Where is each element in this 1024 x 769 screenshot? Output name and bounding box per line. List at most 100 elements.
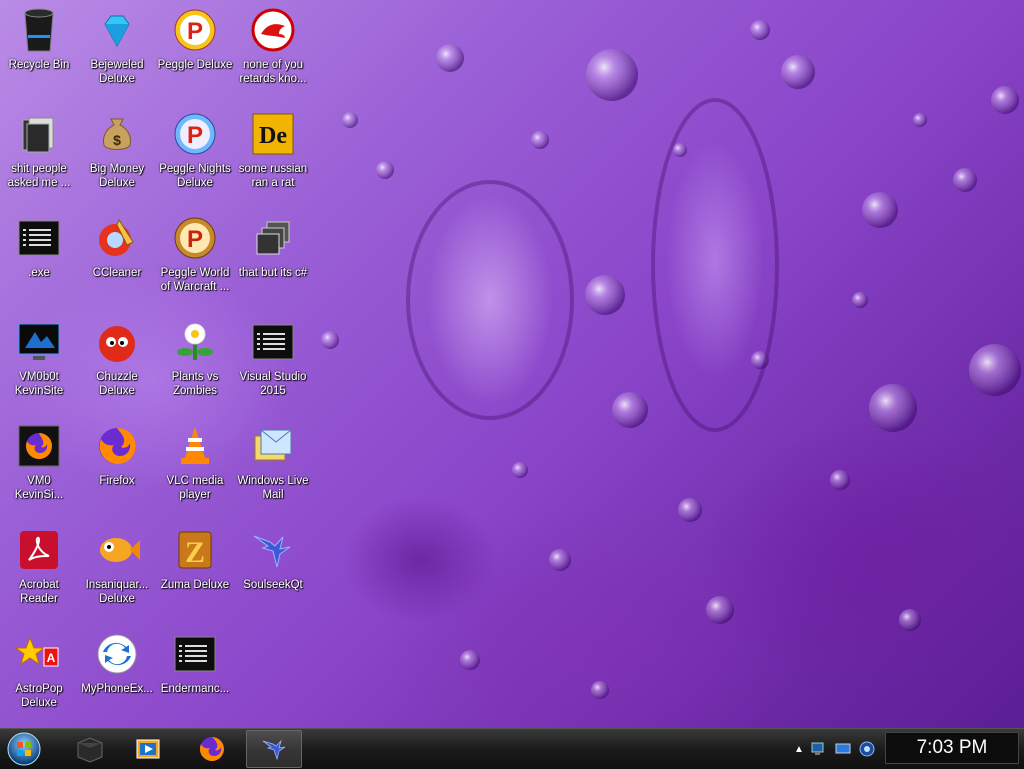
dragon-badge-icon [249, 6, 297, 54]
money-bag-icon: $ [93, 110, 141, 158]
firefox-icon [93, 422, 141, 470]
taskbar-app-2[interactable] [120, 730, 176, 768]
app-window-icon [249, 318, 297, 366]
bird-icon [262, 739, 286, 761]
desktop-icon-label: Bejeweled Deluxe [90, 59, 144, 85]
desktop-icon[interactable]: Bejeweled Deluxe [78, 0, 156, 100]
app-window-icon [15, 214, 63, 262]
start-button[interactable] [4, 731, 44, 767]
peggle-icon: P [171, 6, 219, 54]
desktop-icon-label: VLC media player [166, 475, 224, 501]
desktop-icon-label: Recycle Bin [8, 59, 70, 71]
desktop-icon[interactable]: MyPhoneEx... [78, 624, 156, 724]
desktop-icon[interactable]: Windows Live Mail [234, 416, 312, 516]
desktop-icon[interactable]: P Peggle Deluxe [156, 0, 234, 100]
plants-zombies-icon [171, 318, 219, 366]
desktop-icon-label: Peggle Nights Deluxe [159, 163, 231, 189]
ccleaner-icon [93, 214, 141, 262]
svg-text:De: De [259, 123, 287, 149]
monitor-app-icon [15, 318, 63, 366]
dark-box-icon [77, 737, 103, 763]
sync-arrows-icon [93, 630, 141, 678]
desktop-icon-label: some russian ran a rat [238, 163, 308, 189]
desktop-icon[interactable]: Insaniquar... Deluxe [78, 520, 156, 620]
desktop-icon-label: Zuma Deluxe [160, 579, 230, 591]
desktop-icon-label: CCleaner [92, 267, 142, 279]
taskbar: ▲ 7:03 PM [0, 728, 1024, 769]
desktop-icon-label: Windows Live Mail [237, 475, 309, 501]
desktop-icon-label: AstroPop Deluxe [15, 683, 63, 709]
desktop-icon[interactable]: P Peggle Nights Deluxe [156, 104, 234, 204]
desktop-icon-label: Firefox [99, 475, 135, 487]
desktop-icon[interactable]: VLC media player [156, 416, 234, 516]
desktop-icon-label: Big Money Deluxe [89, 163, 145, 189]
windows-orb-icon [7, 732, 41, 766]
desktop-icon-label: SoulseekQt [243, 579, 303, 591]
svg-text:$: $ [113, 132, 121, 148]
media-player-icon [136, 739, 160, 759]
chuzzle-icon [93, 318, 141, 366]
desktop-icon[interactable]: Endermanc... [156, 624, 234, 724]
desktop-icon-label: Chuzzle Deluxe [96, 371, 138, 397]
desktop-icon-label: Plants vs Zombies [171, 371, 219, 397]
desktop-icon-label: Endermanc... [160, 683, 230, 695]
taskbar-app-1[interactable] [62, 730, 118, 768]
desktop-icon[interactable]: Plants vs Zombies [156, 312, 234, 412]
desktop-icon[interactable]: Visual Studio 2015 [234, 312, 312, 412]
desktop-icon[interactable]: P Peggle World of Warcraft ... [156, 208, 234, 308]
de-icon: De [249, 110, 297, 158]
svg-text:P: P [187, 226, 203, 253]
zuma-icon: Z [171, 526, 219, 574]
acrobat-icon [15, 526, 63, 574]
desktop-icon-label: VM0b0t KevinSite [14, 371, 64, 397]
desktop-icon[interactable]: CCleaner [78, 208, 156, 308]
desktop-icon-label: Visual Studio 2015 [239, 371, 307, 397]
diamond-icon [93, 6, 141, 54]
desktop-icon[interactable]: Chuzzle Deluxe [78, 312, 156, 412]
astropop-icon: A [15, 630, 63, 678]
peggle-nights-icon: P [171, 110, 219, 158]
mail-icon [249, 422, 297, 470]
desktop-icon[interactable]: none of you retards kno... [234, 0, 312, 100]
desktop-icon-label: none of you retards kno... [239, 59, 307, 85]
svg-text:A: A [47, 651, 56, 665]
desktop-icon-label: that but its c# [238, 267, 308, 279]
desktop-icon[interactable]: De some russian ran a rat [234, 104, 312, 204]
desktop-icon[interactable]: Firefox [78, 416, 156, 516]
folder-icon [15, 110, 63, 158]
desktop-icon[interactable]: Acrobat Reader [0, 520, 78, 620]
firefox-shortcut-icon [15, 422, 63, 470]
display-icon[interactable] [832, 739, 854, 759]
desktop-icon-label: shit people asked me ... [7, 163, 71, 189]
desktop-icon-label: VM0 KevinSi... [14, 475, 64, 501]
desktop-icon[interactable]: Recycle Bin [0, 0, 78, 100]
desktop-icon[interactable]: SoulseekQt [234, 520, 312, 620]
desktop-icon[interactable]: A AstroPop Deluxe [0, 624, 78, 724]
clock[interactable]: 7:03 PM [885, 732, 1019, 764]
desktop-icon[interactable]: Z Zuma Deluxe [156, 520, 234, 620]
network-icon[interactable] [808, 739, 830, 759]
taskbar-app-3[interactable] [184, 730, 240, 768]
tray-overflow-button[interactable]: ▲ [792, 742, 806, 756]
desktop-icon[interactable]: VM0 KevinSi... [0, 416, 78, 516]
desktop-icon-label: MyPhoneEx... [81, 683, 153, 695]
desktop-icon[interactable]: shit people asked me ... [0, 104, 78, 204]
app-window-icon [171, 630, 219, 678]
firefox-icon [199, 737, 224, 761]
desktop-icon-label: Peggle Deluxe [157, 59, 233, 71]
desktop-icon[interactable]: VM0b0t KevinSite [0, 312, 78, 412]
fish-icon [93, 526, 141, 574]
taskbar-app-4[interactable] [246, 730, 302, 768]
desktop-icon[interactable]: that but its c# [234, 208, 312, 308]
svg-text:P: P [187, 18, 203, 45]
desktop-icon-label: .exe [28, 267, 50, 279]
desktop-icon-label: Acrobat Reader [19, 579, 59, 605]
recycle-bin-icon [15, 6, 63, 54]
desktop: Recycle Bin Bejeweled Deluxe P Peggle Delux… [0, 0, 1024, 728]
desktop-icon[interactable]: .exe [0, 208, 78, 308]
shield-icon[interactable] [856, 739, 878, 759]
vlc-cone-icon [171, 422, 219, 470]
desktop-icon[interactable]: $ Big Money Deluxe [78, 104, 156, 204]
stacked-windows-icon [249, 214, 297, 262]
svg-text:Z: Z [185, 536, 205, 569]
